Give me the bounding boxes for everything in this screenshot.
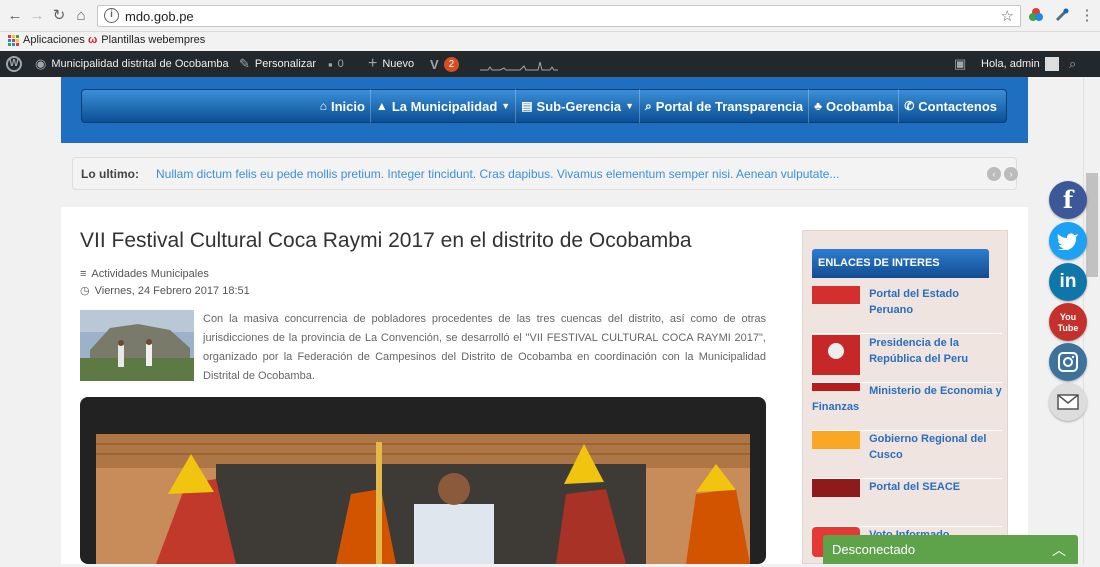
- email-icon[interactable]: [1049, 383, 1087, 421]
- back-arrow-icon[interactable]: ←: [6, 7, 24, 25]
- link-gobierno-regional[interactable]: Gobierno Regional del Cusco: [812, 431, 1002, 479]
- sidebar-heading: ENLACES DE INTERES: [812, 249, 989, 278]
- forward-arrow-icon[interactable]: →: [28, 7, 46, 25]
- link-portal-estado[interactable]: Portal del Estado Peruano: [812, 286, 1002, 334]
- updates-link[interactable]: V 2: [430, 51, 460, 77]
- festival-photo: [96, 434, 750, 564]
- ticker-prev-icon[interactable]: ‹: [987, 167, 1001, 181]
- plus-icon: +: [368, 55, 378, 72]
- article-intro: Con la masiva concurrencia de pobladores…: [203, 313, 766, 382]
- header-banner: ⌂ Inicio ▲ La Municipalidad ▼ ▤ Sub-Gere…: [61, 77, 1028, 143]
- menu-item-la-municipalidad[interactable]: ▲ La Municipalidad ▼: [369, 89, 515, 123]
- article-category: ≡ Actividades Municipales: [80, 268, 209, 280]
- ticker-label: Lo ultimo:: [81, 167, 139, 181]
- gobierno-regional-cusco-logo: [812, 479, 860, 497]
- twitter-bird-icon: [1057, 233, 1078, 251]
- search-icon: ⌕: [645, 98, 652, 113]
- menu-item-inicio[interactable]: ⌂ Inicio: [315, 89, 370, 123]
- chevron-down-icon: ▼: [625, 101, 634, 111]
- updates-badge: 2: [443, 56, 460, 72]
- facebook-icon[interactable]: f: [1049, 181, 1087, 219]
- chevron-up-icon[interactable]: ︿: [1052, 540, 1066, 560]
- eyedropper-extension-icon[interactable]: [1054, 7, 1070, 23]
- comments-link[interactable]: ▪ 0: [328, 51, 344, 77]
- browser-toolbar: ← → ↻ ⌂ i mdo.gob.pe ☆ ⋮: [0, 0, 1100, 32]
- brush-icon: ✎: [239, 56, 250, 71]
- sce-logo: [812, 431, 860, 449]
- site-name-link[interactable]: ◉ Municipalidad distrital de Ocobamba: [35, 51, 229, 77]
- phone-icon: ✆: [904, 99, 915, 113]
- plugin-v-icon: V: [430, 56, 439, 72]
- bookmark-star-icon[interactable]: ☆: [1001, 7, 1014, 25]
- chat-widget[interactable]: Desconectado ︿: [823, 535, 1078, 564]
- bookmarks-bar: Aplicaciones ω Plantillas webempres: [0, 32, 1100, 51]
- wp-admin-bar: W ◉ Municipalidad distrital de Ocobamba …: [0, 51, 1100, 77]
- presidencia-logo: [812, 335, 860, 375]
- document-icon: ▤: [521, 99, 533, 113]
- home-icon[interactable]: ⌂: [72, 7, 90, 25]
- linkedin-icon[interactable]: in: [1049, 263, 1087, 301]
- comment-icon: ▪: [328, 56, 333, 72]
- article-thumbnail[interactable]: [80, 310, 194, 381]
- link-presidencia[interactable]: Presidencia de la República del Peru: [812, 335, 1002, 383]
- chat-status: Desconectado: [832, 542, 916, 557]
- stats-sparkline-icon[interactable]: [480, 59, 558, 71]
- instagram-icon[interactable]: [1049, 343, 1087, 381]
- search-icon: ⌕: [1069, 56, 1077, 71]
- page-content: ⌂ Inicio ▲ La Municipalidad ▼ ▤ Sub-Gere…: [61, 77, 1028, 564]
- bookmark-apps[interactable]: Aplicaciones: [8, 34, 85, 46]
- clock-icon: ◷: [80, 285, 90, 297]
- link-seace[interactable]: Portal del SEACE: [812, 479, 1002, 527]
- new-content-link[interactable]: + Nuevo: [368, 51, 414, 77]
- ticker-next-icon[interactable]: ›: [1004, 167, 1018, 181]
- article-date: ◷ Viernes, 24 Febrero 2017 18:51: [80, 284, 250, 298]
- portal-estado-logo: [812, 286, 860, 304]
- my-account-link[interactable]: Hola, admin: [981, 51, 1059, 77]
- webempresa-logo-icon: ω: [88, 34, 98, 46]
- customize-link[interactable]: ✎ Personalizar: [239, 51, 316, 77]
- tree-icon: ♣: [814, 99, 823, 113]
- monitor-icon: ▣: [954, 56, 967, 71]
- news-ticker: Lo ultimo: Nullam dictum felis eu pede m…: [72, 157, 1018, 190]
- bookmark-plantillas[interactable]: ω Plantillas webempres: [88, 34, 205, 46]
- envelope-icon: [1057, 394, 1079, 410]
- camera-icon: [1058, 352, 1078, 372]
- menu-item-sub-gerencia[interactable]: ▤ Sub-Gerencia ▼: [515, 89, 639, 123]
- menu-item-ocobamba[interactable]: ♣ Ocobamba: [808, 89, 898, 123]
- list-icon: ≡: [80, 268, 87, 280]
- menu-item-portal-transparencia[interactable]: ⌕ Portal de Transparencia: [639, 89, 808, 123]
- chevron-down-icon: ▼: [501, 101, 511, 111]
- youtube-icon[interactable]: You Tube: [1049, 303, 1087, 341]
- article-title[interactable]: VII Festival Cultural Coca Raymi 2017 en…: [80, 229, 692, 253]
- video-player[interactable]: [80, 397, 766, 564]
- main-menu: ⌂ Inicio ▲ La Municipalidad ▼ ▤ Sub-Gere…: [81, 89, 1007, 123]
- scrollbar-thumb[interactable]: [1086, 173, 1098, 277]
- more-menu-icon[interactable]: ⋮: [1078, 7, 1096, 25]
- info-icon[interactable]: i: [104, 8, 119, 23]
- ticker-link[interactable]: Nullam dictum felis eu pede mollis preti…: [156, 167, 839, 181]
- wordpress-icon: W: [6, 56, 22, 72]
- color-extension-icon[interactable]: [1028, 7, 1044, 23]
- home-icon: ⌂: [319, 99, 327, 113]
- reload-icon[interactable]: ↻: [50, 7, 68, 25]
- menu-item-contactenos[interactable]: ✆ Contactenos: [898, 89, 1002, 123]
- twitter-icon[interactable]: [1049, 222, 1087, 260]
- building-icon: ▲: [375, 99, 388, 113]
- avatar: [1044, 57, 1059, 71]
- admin-search-button[interactable]: ⌕: [1069, 51, 1076, 77]
- screen-options-button[interactable]: ▣: [954, 51, 966, 77]
- url-text: mdo.gob.pe: [125, 9, 194, 24]
- mef-logo: [812, 383, 860, 391]
- link-ministerio-economia[interactable]: Ministerio de Economia y Finanzas: [812, 383, 1002, 431]
- wp-logo-button[interactable]: W: [6, 51, 22, 77]
- dashboard-icon: ◉: [35, 56, 47, 71]
- apps-grid-icon: [8, 34, 19, 46]
- sidebar-links: ENLACES DE INTERES Portal del Estado Per…: [802, 230, 1008, 564]
- address-bar[interactable]: i mdo.gob.pe ☆: [97, 5, 1021, 27]
